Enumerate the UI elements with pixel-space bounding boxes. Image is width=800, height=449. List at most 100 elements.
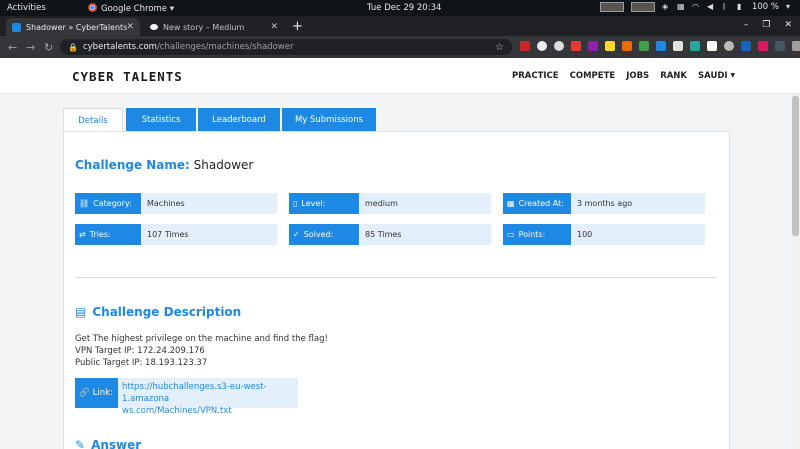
- nav-jobs[interactable]: JOBS: [626, 71, 649, 81]
- section-divider: [75, 277, 717, 278]
- site-logo[interactable]: CYBER TALENTS: [72, 69, 183, 84]
- extension-icon[interactable]: [537, 41, 547, 51]
- medium-favicon-icon: [150, 24, 158, 30]
- created-label: Created At:: [518, 199, 564, 208]
- solved-label: Solved:: [303, 230, 334, 239]
- app-name: Google Chrome: [101, 4, 168, 14]
- extension-icon[interactable]: [622, 41, 632, 51]
- vpn-link-line: https://hubchallenges.s3-eu-west-1.amazo…: [122, 382, 267, 404]
- minimize-icon[interactable]: –: [744, 20, 749, 30]
- nav-country[interactable]: SAUDI ▼: [698, 71, 735, 81]
- tries-value: 107 Times: [141, 224, 277, 245]
- extension-icon[interactable]: [690, 41, 700, 51]
- level-value: medium: [359, 193, 491, 214]
- nav-practice[interactable]: PRACTICE: [512, 71, 559, 81]
- network-icon: ▦: [676, 2, 685, 11]
- category-label: Category:: [93, 199, 132, 208]
- site-navbar: CYBER TALENTS PRACTICE COMPETE JOBS RANK…: [0, 58, 800, 94]
- vpn-link[interactable]: https://hubchallenges.s3-eu-west-1.amazo…: [118, 378, 298, 416]
- site-menu: PRACTICE COMPETE JOBS RANK SAUDI ▼: [512, 71, 735, 81]
- url-input[interactable]: 🔒 cybertalents.com/challenges/machines/s…: [60, 39, 512, 55]
- pencil-icon: ✎: [75, 438, 86, 449]
- extension-icon[interactable]: [639, 41, 649, 51]
- tab-title: New story – Medium: [163, 22, 245, 32]
- extension-icon[interactable]: [741, 41, 751, 51]
- reload-icon[interactable]: ↻: [44, 41, 53, 54]
- new-tab-button[interactable]: +: [292, 19, 303, 34]
- lock-icon[interactable]: 🔒: [68, 43, 78, 52]
- app-menu[interactable]: Google Chrome ▾: [88, 3, 174, 14]
- extension-icon[interactable]: [792, 41, 800, 51]
- power-menu-icon: ▾: [786, 2, 791, 11]
- window-controls: – ❐ ✕: [744, 20, 792, 30]
- tray-indicator-icon[interactable]: [599, 2, 624, 12]
- close-tab-icon[interactable]: ✕: [270, 22, 278, 32]
- info-created-at: ▦ Created At: 3 months ago: [503, 193, 705, 214]
- close-tab-icon[interactable]: ✕: [126, 22, 134, 32]
- nav-rank[interactable]: RANK: [660, 71, 687, 81]
- challenge-name: Challenge Name: Shadower: [75, 158, 253, 172]
- browser-tab-cybertalents[interactable]: Shadower » CyberTalents ✕: [6, 18, 140, 36]
- info-category: ⛓ Category: Machines: [75, 193, 277, 214]
- category-icon: ⛓: [79, 199, 90, 208]
- extension-icon[interactable]: [707, 41, 717, 51]
- tab-leaderboard[interactable]: Leaderboard: [198, 108, 280, 132]
- challenge-name-label: Challenge Name:: [75, 158, 190, 172]
- bookmark-star-icon[interactable]: ☆: [495, 42, 504, 53]
- extensions-bar: ⋮: [520, 41, 800, 51]
- extension-icon[interactable]: [775, 41, 785, 51]
- challenge-description-heading: Challenge Description: [92, 305, 242, 319]
- points-value: 100: [571, 224, 705, 245]
- clock[interactable]: Tue Dec 29 20:34: [367, 3, 441, 13]
- created-value: 3 months ago: [571, 193, 705, 214]
- maximize-icon[interactable]: ❐: [762, 20, 770, 30]
- solved-value: 85 Times: [359, 224, 491, 245]
- url-host: cybertalents.com: [82, 42, 157, 52]
- extension-icon[interactable]: [588, 41, 598, 51]
- tab-my-submissions[interactable]: My Submissions: [282, 108, 376, 132]
- back-icon[interactable]: ←: [8, 41, 17, 54]
- bluetooth-icon: ᛒ: [721, 2, 727, 11]
- extension-icon[interactable]: [673, 41, 683, 51]
- extension-icon[interactable]: [724, 41, 734, 51]
- check-circle-icon: ✓: [293, 230, 300, 239]
- extension-icon[interactable]: [571, 41, 581, 51]
- browser-tab-medium[interactable]: New story – Medium ✕: [144, 18, 284, 36]
- extension-icon[interactable]: [520, 41, 530, 51]
- battery-icon: ▮: [736, 2, 742, 11]
- tab-details[interactable]: Details: [63, 108, 123, 132]
- nav-compete[interactable]: COMPETE: [570, 71, 616, 81]
- challenge-description-title: ▤ Challenge Description: [75, 305, 241, 319]
- tray-indicator-icon[interactable]: [630, 2, 655, 12]
- info-solved: ✓ Solved: 85 Times: [289, 224, 491, 245]
- activities-button[interactable]: Activities: [7, 3, 46, 13]
- link-icon: 🔗: [79, 388, 90, 398]
- tries-icon: ⇄: [79, 230, 86, 239]
- scrollbar-thumb[interactable]: [792, 96, 799, 236]
- level-label: Level:: [301, 199, 326, 208]
- points-label: Points:: [518, 230, 546, 239]
- cybertalents-favicon-icon: [12, 22, 21, 32]
- system-tray[interactable]: ◈ ▦ ◠ ◀ ᛒ ▮ 100 % ▾: [599, 2, 794, 12]
- wifi-icon: ◠: [691, 2, 699, 11]
- description-line: VPN Target IP: 172.24.209.176: [75, 346, 205, 356]
- system-top-bar: Activities Google Chrome ▾ Tue Dec 29 20…: [0, 0, 800, 16]
- extension-icon[interactable]: [554, 41, 564, 51]
- address-bar-row: ← → ↻ 🔒 cybertalents.com/challenges/mach…: [0, 36, 800, 58]
- nav-country-label: SAUDI: [698, 71, 728, 81]
- tab-statistics[interactable]: Statistics: [126, 108, 196, 132]
- info-tries: ⇄ Tries: 107 Times: [75, 224, 277, 245]
- extension-icon[interactable]: [758, 41, 768, 51]
- extension-icon[interactable]: [656, 41, 666, 51]
- tab-title: Shadower » CyberTalents: [26, 22, 128, 32]
- info-points: ▭ Points: 100: [503, 224, 705, 245]
- close-window-icon[interactable]: ✕: [784, 20, 792, 30]
- extension-icon[interactable]: [605, 41, 615, 51]
- caret-down-icon: ▼: [730, 72, 736, 79]
- battery-level: 100 %: [751, 2, 779, 12]
- forward-icon[interactable]: →: [26, 41, 35, 54]
- description-line: Get The highest privilege on the machine…: [75, 334, 328, 344]
- info-level: ▯ Level: medium: [289, 193, 491, 214]
- challenge-name-value: Shadower: [193, 158, 254, 172]
- link-label: Link:: [92, 388, 113, 398]
